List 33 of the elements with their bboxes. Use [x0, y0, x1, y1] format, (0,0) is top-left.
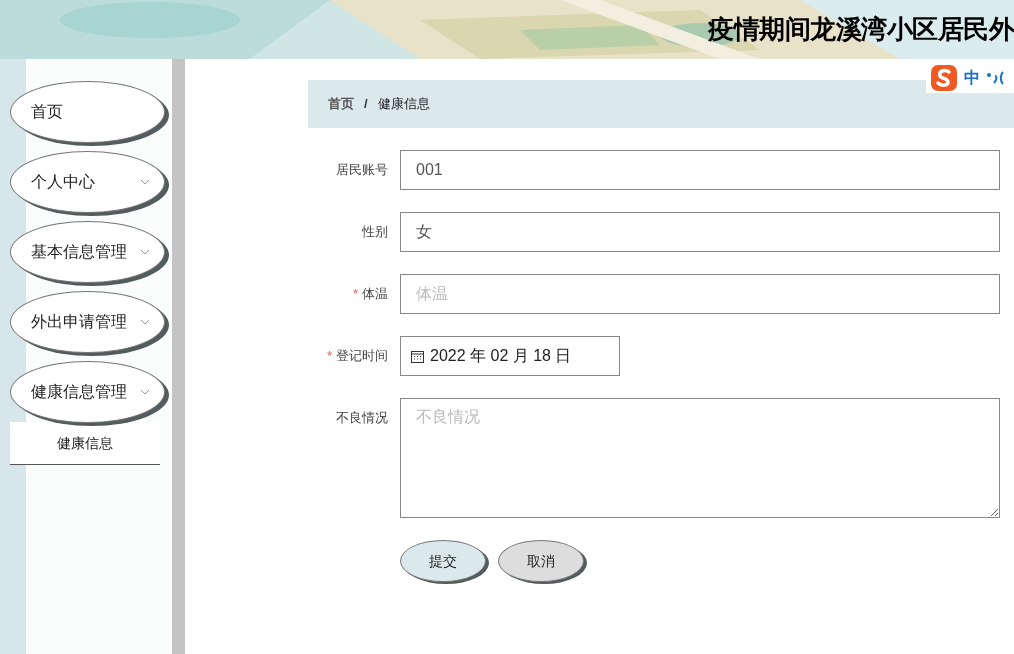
chevron-down-icon	[140, 179, 150, 185]
breadcrumb-link[interactable]: 健康信息	[377, 94, 430, 114]
required-mark: *	[326, 347, 332, 366]
sidebar-item[interactable]: 个人中心	[10, 151, 165, 213]
field-label: 居民账号	[336, 161, 388, 180]
sidebar-item[interactable]: 健康信息管理	[10, 361, 165, 423]
sidebar-item[interactable]: 基本信息管理	[10, 221, 165, 283]
input-field[interactable]: 体温	[400, 274, 1000, 314]
header-title: 疫情期间龙溪湾小区居民外	[708, 13, 1014, 46]
sidebar-item[interactable]: 外出申请管理	[10, 291, 165, 353]
field-label: 不良情况	[336, 409, 388, 428]
logo-icon	[930, 64, 958, 92]
ime-toolbar[interactable]: 中	[926, 63, 1014, 93]
chevron-down-icon	[140, 319, 150, 325]
field-label: 体温	[362, 285, 388, 304]
required-mark: *	[352, 285, 358, 304]
date-field[interactable]: 2022 年 02 月 18 日	[400, 336, 620, 376]
cancel-button[interactable]: 取消	[498, 540, 584, 582]
field-label: 性别	[362, 223, 388, 242]
ime-mode: 中	[964, 68, 980, 88]
submit-button[interactable]: 提交	[400, 540, 486, 582]
breadcrumb-separator: /	[364, 95, 368, 114]
calendar-icon	[411, 349, 424, 363]
sidebar-item[interactable]: 首页	[10, 81, 165, 143]
punctuation-icon	[986, 71, 1004, 85]
field-label: 登记时间	[336, 347, 388, 366]
submenu-item[interactable]: 健康信息	[10, 422, 160, 465]
input-field[interactable]: 001	[400, 150, 1000, 190]
chevron-down-icon	[140, 249, 150, 255]
input-field[interactable]: 女	[400, 212, 1000, 252]
chevron-down-icon	[140, 389, 150, 395]
textarea-field[interactable]: 不良情况	[400, 398, 1000, 518]
breadcrumb-link[interactable]: 首页	[328, 94, 354, 114]
